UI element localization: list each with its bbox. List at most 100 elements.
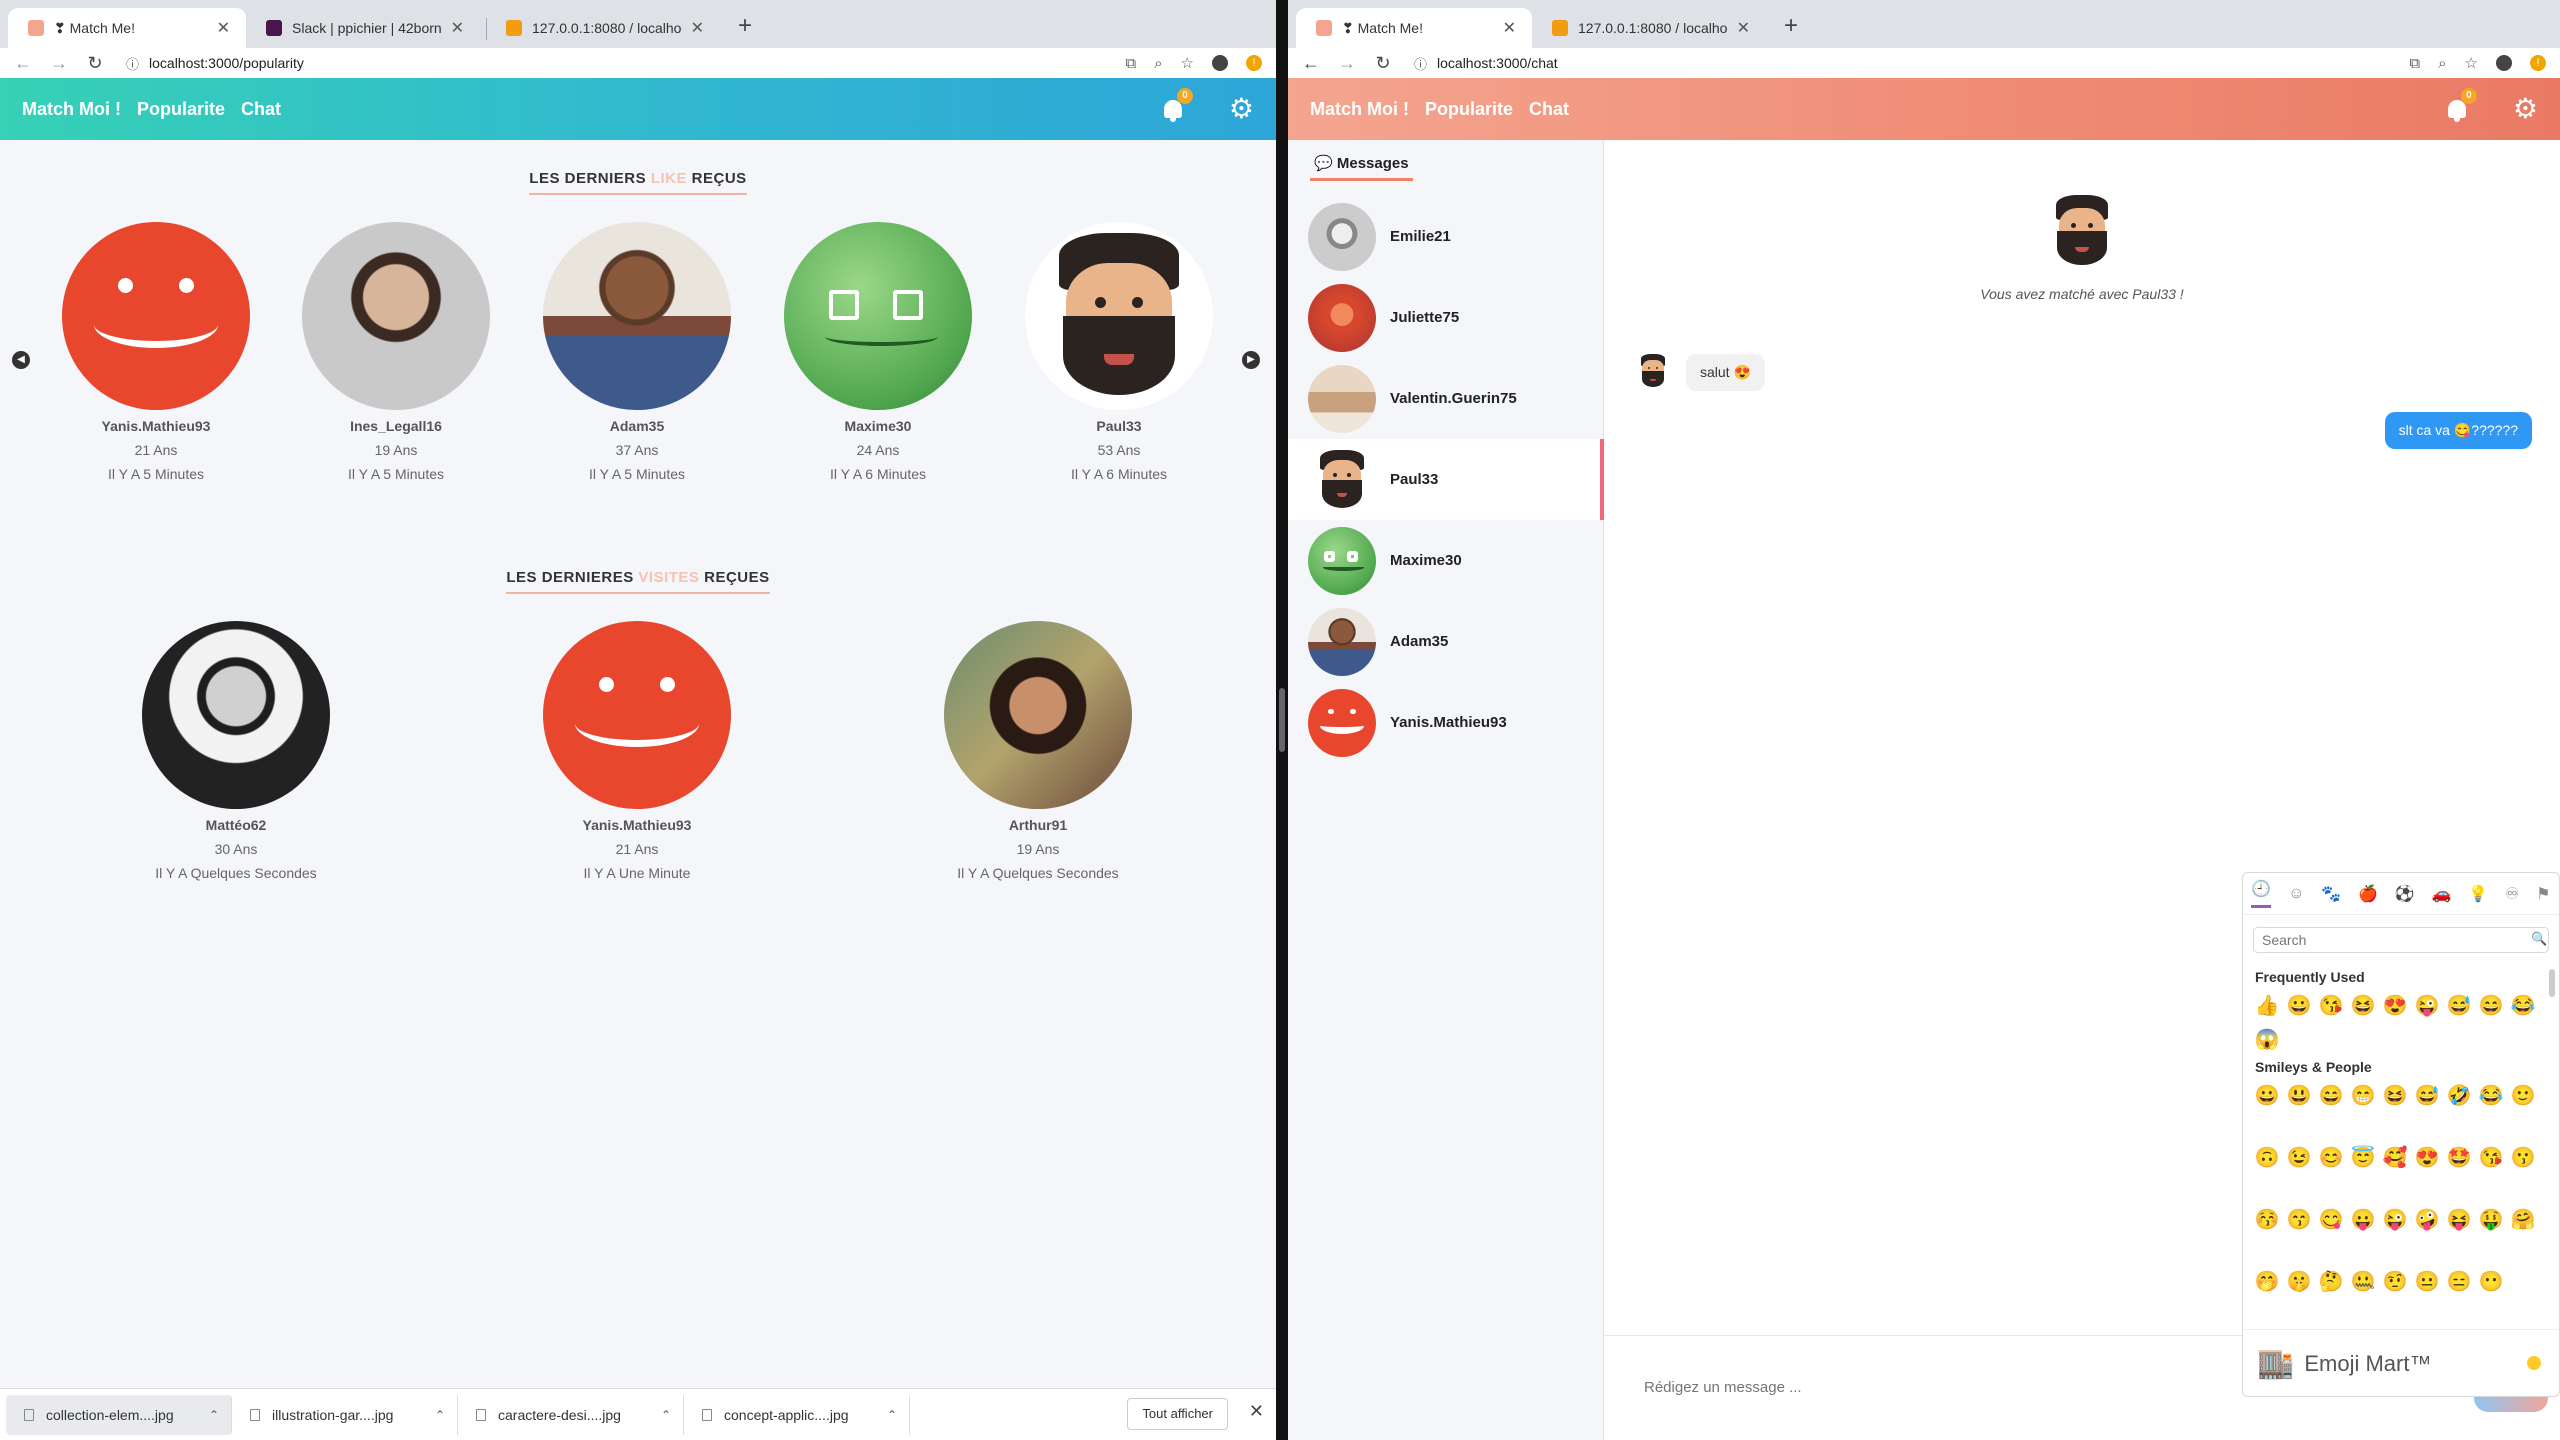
emoji-button[interactable]: 🤗 bbox=[2507, 1207, 2539, 1233]
update-warning-icon[interactable]: ! bbox=[2530, 55, 2546, 71]
popularite-link[interactable]: Popularite bbox=[137, 99, 225, 120]
emoji-button[interactable]: 😂 bbox=[2507, 993, 2539, 1019]
emoji-button[interactable]: 👍 bbox=[2251, 993, 2283, 1019]
emoji-button[interactable]: 🤨 bbox=[2379, 1269, 2411, 1295]
profile-avatar[interactable] bbox=[543, 621, 731, 809]
emoji-button[interactable]: 😊 bbox=[2315, 1145, 2347, 1171]
food-category-icon[interactable]: 🍎 bbox=[2358, 884, 2378, 904]
emoji-button[interactable]: 😜 bbox=[2411, 993, 2443, 1019]
zoom-icon[interactable]: ⌕ bbox=[1154, 55, 1162, 72]
profile-avatar[interactable] bbox=[543, 222, 731, 410]
emoji-button[interactable]: 😋 bbox=[2315, 1207, 2347, 1233]
activity-category-icon[interactable]: ⚽ bbox=[2395, 884, 2415, 904]
emoji-button[interactable]: 😀 bbox=[2251, 1083, 2283, 1109]
emoji-button[interactable]: 🤪 bbox=[2411, 1207, 2443, 1233]
tab-phpmyadmin[interactable]: 127.0.0.1:8080 / localhost / match ✕ bbox=[1532, 8, 1766, 48]
tab-phpmyadmin[interactable]: 127.0.0.1:8080 / localhost / match ✕ bbox=[486, 8, 720, 48]
chat-link[interactable]: Chat bbox=[241, 99, 281, 120]
settings-gear-icon[interactable]: ⚙ bbox=[2513, 95, 2538, 123]
profile-card[interactable]: Yanis.Mathieu93 21 Ans Il Y A 5 Minutes bbox=[56, 222, 256, 482]
chevron-up-icon[interactable]: ⌃ bbox=[209, 1408, 219, 1422]
conversation-item[interactable]: Yanis.Mathieu93 bbox=[1288, 682, 1604, 763]
url-field[interactable]: ⓘ localhost:3000/popularity bbox=[122, 51, 1107, 75]
emoji-button[interactable]: 🤣 bbox=[2443, 1083, 2475, 1109]
bookmark-star-icon[interactable]: ☆ bbox=[2465, 54, 2478, 72]
emoji-button[interactable]: 😆 bbox=[2379, 1083, 2411, 1109]
profile-icon[interactable] bbox=[1212, 55, 1228, 71]
emoji-button[interactable]: 🤩 bbox=[2443, 1145, 2475, 1171]
close-tab-icon[interactable]: ✕ bbox=[691, 18, 704, 38]
popularite-link[interactable]: Popularite bbox=[1425, 99, 1513, 120]
forward-icon[interactable]: → bbox=[1338, 53, 1356, 74]
emoji-button[interactable]: 😐 bbox=[2411, 1269, 2443, 1295]
emoji-button[interactable]: 😃 bbox=[2283, 1083, 2315, 1109]
emoji-button[interactable]: 😍 bbox=[2379, 993, 2411, 1019]
tab-match-me[interactable]: ❣ Match Me! ✕ bbox=[8, 8, 246, 48]
notification-bell-icon[interactable]: 0 bbox=[2445, 88, 2477, 122]
info-icon[interactable]: ⓘ bbox=[126, 54, 139, 73]
brand-link[interactable]: Match Moi ! bbox=[1310, 99, 1409, 120]
reload-icon[interactable]: ↻ bbox=[1374, 53, 1392, 74]
emoji-button[interactable]: 🤔 bbox=[2315, 1269, 2347, 1295]
conversation-item[interactable]: Juliette75 bbox=[1288, 277, 1604, 358]
conversation-item[interactable]: Adam35 bbox=[1288, 601, 1604, 682]
conversation-item[interactable]: Valentin.Guerin75 bbox=[1288, 358, 1604, 439]
emoji-button[interactable]: 😑 bbox=[2443, 1269, 2475, 1295]
profile-card[interactable]: Mattéo62 30 Ans Il Y A Quelques Secondes bbox=[136, 621, 336, 881]
back-icon[interactable]: ← bbox=[1302, 53, 1320, 74]
message-input[interactable] bbox=[1644, 1372, 2204, 1402]
download-item[interactable]: caractere-desi....jpg ⌃ bbox=[458, 1394, 684, 1435]
animal-category-icon[interactable]: 🐾 bbox=[2321, 884, 2341, 904]
emoji-button[interactable]: 😝 bbox=[2443, 1207, 2475, 1233]
show-all-downloads-button[interactable]: Tout afficher bbox=[1127, 1398, 1228, 1430]
emoji-button[interactable]: 😅 bbox=[2443, 993, 2475, 1019]
conversation-item[interactable]: Paul33 bbox=[1288, 439, 1604, 520]
emoji-button[interactable]: 🤑 bbox=[2475, 1207, 2507, 1233]
close-tab-icon[interactable]: ✕ bbox=[217, 18, 230, 38]
close-tab-icon[interactable]: ✕ bbox=[1737, 18, 1750, 38]
settings-gear-icon[interactable]: ⚙ bbox=[1229, 95, 1254, 123]
emoji-button[interactable]: 😘 bbox=[2315, 993, 2347, 1019]
emoji-button[interactable]: 😱 bbox=[2251, 1027, 2283, 1053]
profile-avatar[interactable] bbox=[62, 222, 250, 410]
profile-card[interactable]: Yanis.Mathieu93 21 Ans Il Y A Une Minute bbox=[537, 621, 737, 881]
conversation-item[interactable]: Maxime30 bbox=[1288, 520, 1604, 601]
emoji-button[interactable]: 😄 bbox=[2315, 1083, 2347, 1109]
emoji-button[interactable]: 😙 bbox=[2283, 1207, 2315, 1233]
tab-slack[interactable]: Slack | ppichier | 42born2code ✕ bbox=[246, 8, 480, 48]
emoji-button[interactable]: 🤐 bbox=[2347, 1269, 2379, 1295]
emoji-button[interactable]: 😅 bbox=[2411, 1083, 2443, 1109]
tab-match-me[interactable]: ❣ Match Me! ✕ bbox=[1296, 8, 1532, 48]
profile-card[interactable]: Ines_Legall16 19 Ans Il Y A 5 Minutes bbox=[296, 222, 496, 482]
skin-tone-selector[interactable] bbox=[2527, 1356, 2541, 1370]
symbols-category-icon[interactable]: ♾ bbox=[2505, 884, 2519, 904]
objects-category-icon[interactable]: 💡 bbox=[2468, 884, 2488, 904]
conversation-item[interactable]: Emilie21 bbox=[1288, 196, 1604, 277]
emoji-button[interactable]: 😚 bbox=[2251, 1207, 2283, 1233]
smiley-category-icon[interactable]: ☺ bbox=[2288, 885, 2304, 903]
translate-icon[interactable]: ⧉ bbox=[2409, 55, 2420, 72]
profile-icon[interactable] bbox=[2496, 55, 2512, 71]
emoji-button[interactable]: 🥰 bbox=[2379, 1145, 2411, 1171]
messages-tab[interactable]: 💬 Messages bbox=[1310, 154, 1413, 181]
chevron-up-icon[interactable]: ⌃ bbox=[435, 1408, 445, 1422]
profile-avatar[interactable] bbox=[302, 222, 490, 410]
flags-category-icon[interactable]: ⚑ bbox=[2536, 884, 2550, 904]
travel-category-icon[interactable]: 🚗 bbox=[2432, 884, 2452, 904]
emoji-button[interactable]: 😂 bbox=[2475, 1083, 2507, 1109]
carousel-prev-arrow-icon[interactable]: ◀ bbox=[12, 351, 30, 369]
emoji-button[interactable]: 🤫 bbox=[2283, 1269, 2315, 1295]
profile-card[interactable]: Maxime30 24 Ans Il Y A 6 Minutes bbox=[778, 222, 978, 482]
new-tab-icon[interactable]: + bbox=[738, 12, 752, 40]
emoji-button[interactable]: 😇 bbox=[2347, 1145, 2379, 1171]
bookmark-star-icon[interactable]: ☆ bbox=[1181, 54, 1194, 72]
split-resize-handle[interactable] bbox=[1279, 688, 1285, 752]
close-tab-icon[interactable]: ✕ bbox=[1503, 18, 1516, 38]
chevron-up-icon[interactable]: ⌃ bbox=[661, 1408, 671, 1422]
notification-bell-icon[interactable]: 0 bbox=[1161, 88, 1193, 122]
download-item[interactable]: illustration-gar....jpg ⌃ bbox=[232, 1394, 458, 1435]
reload-icon[interactable]: ↻ bbox=[86, 53, 104, 74]
translate-icon[interactable]: ⧉ bbox=[1125, 55, 1136, 72]
chevron-up-icon[interactable]: ⌃ bbox=[887, 1408, 897, 1422]
emoji-button[interactable]: 😁 bbox=[2347, 1083, 2379, 1109]
